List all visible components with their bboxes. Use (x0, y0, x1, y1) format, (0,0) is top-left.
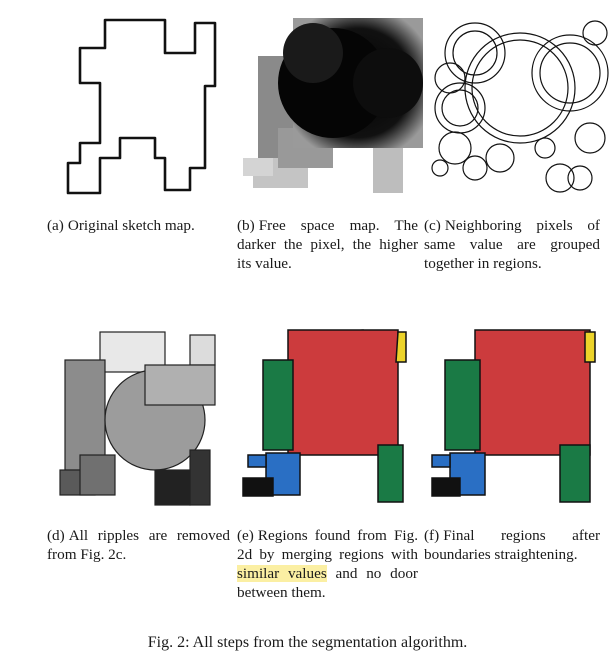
caption-f: (f) Final regions after boundaries straig… (424, 526, 600, 564)
figure-caption: Fig. 2: All steps from the segmentation … (147, 634, 468, 651)
sketch-map-image (66, 18, 217, 195)
caption-e-label: (e) (237, 527, 254, 544)
caption-c-label: (c) (424, 217, 441, 234)
caption-e: (e) Regions found from Fig. 2d by merging… (237, 526, 418, 602)
caption-f-label: (f) (424, 527, 440, 544)
panel-d (40, 320, 230, 520)
caption-d-text: All ripples are removed from Fig. 2c. (47, 527, 230, 563)
ripples-removed-image (59, 331, 216, 506)
caption-a-label: (a) (47, 217, 64, 234)
caption-e-highlight: similar values (237, 565, 327, 582)
panel-b (238, 8, 428, 208)
caption-d-label: (d) (47, 527, 65, 544)
panel-c (430, 8, 615, 208)
caption-a: (a) Original sketch map. (47, 216, 230, 235)
caption-a-text: Original sketch map. (67, 217, 195, 234)
final-regions-image (431, 329, 596, 503)
panel-e (238, 320, 428, 520)
caption-d: (d) All ripples are removed from Fig. 2c. (47, 526, 230, 564)
caption-e-text-before: Regions found from Fig. 2d by merging re… (237, 527, 418, 563)
ripple-regions-image (431, 20, 609, 193)
merged-regions-image (242, 329, 407, 503)
free-space-map-image (243, 18, 423, 193)
caption-b-text: Free space map. The darker the pixel, th… (237, 217, 418, 272)
caption-b-label: (b) (237, 217, 255, 234)
panel-a (40, 8, 230, 208)
caption-f-text: Final regions after boundaries straighte… (424, 527, 600, 563)
caption-c: (c) Neighboring pixels of same value are … (424, 216, 600, 273)
caption-c-text: Neighboring pixels of same value are gro… (424, 217, 600, 272)
panel-f (430, 320, 615, 520)
caption-b: (b) Free space map. The darker the pixel,… (237, 216, 418, 273)
